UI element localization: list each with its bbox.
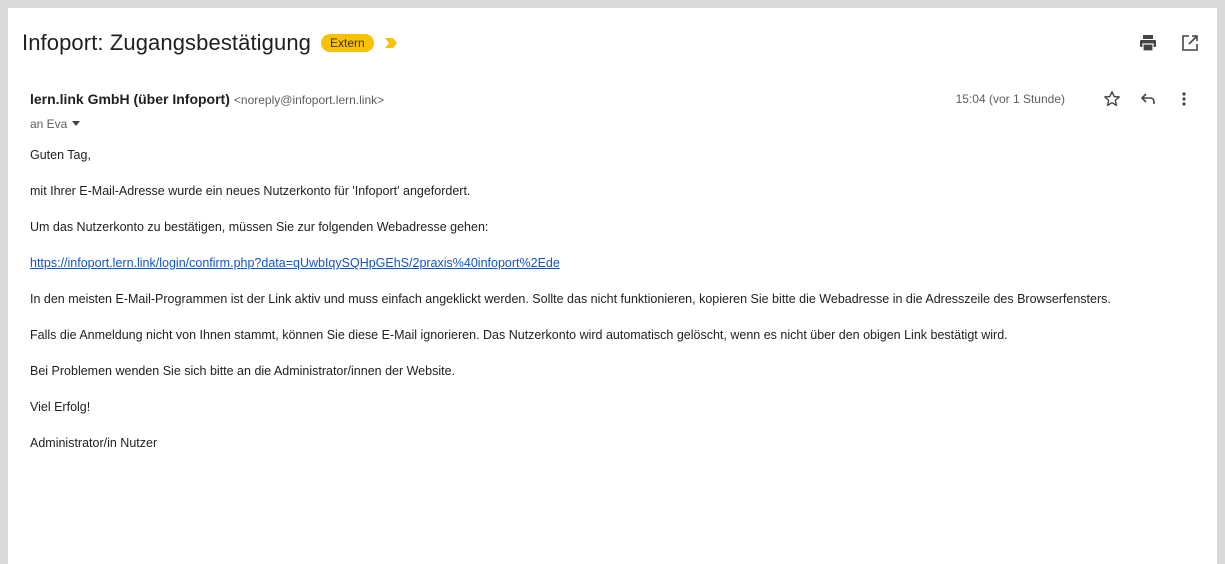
- timestamp: 15:04 (vor 1 Stunde): [955, 92, 1065, 106]
- body-paragraph-3: In den meisten E-Mail-Programmen ist der…: [30, 292, 1111, 306]
- message-meta: 15:04 (vor 1 Stunde): [956, 88, 1195, 110]
- body-paragraph-4: Falls die Anmeldung nicht von Ihnen stam…: [30, 328, 1008, 342]
- sender-row: lern.link GmbH (über Infoport) <noreply@i…: [30, 91, 384, 107]
- body-closing: Viel Erfolg!: [30, 400, 91, 414]
- body-signature: Administrator/in Nutzer: [30, 436, 158, 450]
- body-greeting: Guten Tag,: [30, 148, 91, 162]
- recipient-label: an Eva: [30, 117, 68, 131]
- body-link-paragraph: https://infoport.lern.link/login/confirm…: [30, 254, 1190, 272]
- confirmation-link[interactable]: https://infoport.lern.link/login/confirm…: [30, 256, 560, 270]
- body-paragraph-5: Bei Problemen wenden Sie sich bitte an d…: [30, 364, 456, 378]
- more-vert-icon[interactable]: [1173, 88, 1195, 110]
- subject-row: Infoport: Zugangsbestätigung Extern: [22, 28, 398, 58]
- body-paragraph-2: Um das Nutzerkonto zu bestätigen, müssen…: [30, 220, 489, 234]
- sender-email: <noreply@infoport.lern.link>: [233, 93, 385, 107]
- reply-icon[interactable]: [1137, 88, 1159, 110]
- email-view: Infoport: Zugangsbestätigung Extern lern…: [8, 8, 1217, 564]
- top-actions: [1137, 32, 1201, 54]
- email-body: Guten Tag, mit Ihrer E-Mail-Adresse wurd…: [30, 146, 1190, 470]
- email-subject: Infoport: Zugangsbestätigung: [22, 30, 312, 55]
- label-badge-extern[interactable]: Extern: [321, 34, 374, 52]
- open-in-new-window-icon[interactable]: [1179, 32, 1201, 54]
- star-icon[interactable]: [1101, 88, 1123, 110]
- sender-name[interactable]: lern.link GmbH (über Infoport): [30, 91, 230, 107]
- print-icon[interactable]: [1137, 32, 1159, 54]
- body-paragraph-1: mit Ihrer E-Mail-Adresse wurde ein neues…: [30, 184, 471, 198]
- importance-marker-icon[interactable]: [384, 36, 398, 50]
- recipient-row[interactable]: an Eva: [30, 117, 81, 131]
- caret-down-icon[interactable]: [71, 117, 81, 131]
